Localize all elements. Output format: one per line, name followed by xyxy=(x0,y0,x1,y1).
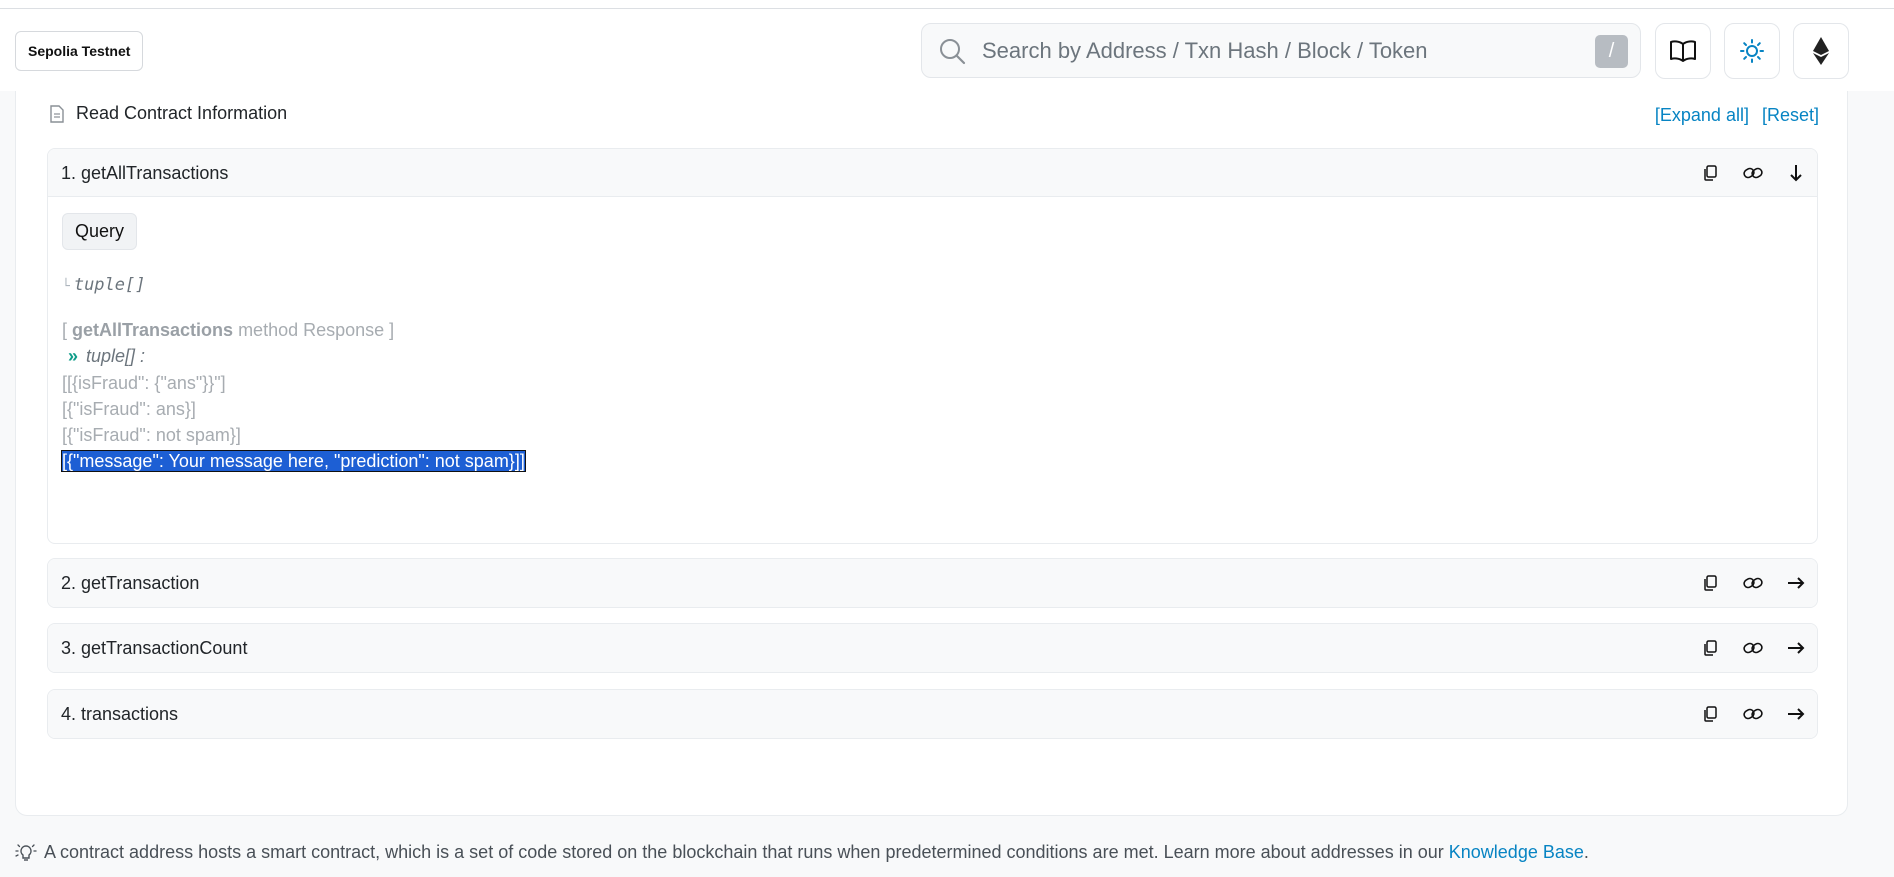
response-method-name: getAllTransactions xyxy=(72,320,234,340)
method-item-getalltransactions: 1. getAllTransactions Query └ tuple[] [ g… xyxy=(47,148,1818,544)
read-contract-heading: Read Contract Information xyxy=(50,103,287,124)
output-type: └ tuple[] xyxy=(62,275,145,295)
arrow-right-icon[interactable] xyxy=(1774,707,1817,721)
method-item-gettransaction: 2. getTransaction xyxy=(47,558,1818,608)
arrow-right-icon[interactable] xyxy=(1774,576,1817,590)
response-type-label: tuple[] : xyxy=(86,346,146,366)
response-line: [{"isFraud": not spam}] xyxy=(62,425,241,445)
sun-icon xyxy=(1740,39,1764,63)
method-header[interactable]: 1. getAllTransactions xyxy=(48,149,1817,197)
header: Sepolia Testnet / xyxy=(0,9,1894,91)
search-shortcut-badge: / xyxy=(1595,35,1628,68)
section-title: Read Contract Information xyxy=(76,103,288,123)
copy-icon[interactable] xyxy=(1688,706,1731,722)
method-actions xyxy=(1688,559,1817,607)
copy-icon[interactable] xyxy=(1688,575,1731,591)
arrow-down-icon[interactable] xyxy=(1774,164,1817,182)
copy-icon[interactable] xyxy=(1688,165,1731,181)
response-line: [{"isFraud": ans}] xyxy=(62,399,196,419)
method-header[interactable]: 4. transactions xyxy=(48,690,1817,738)
link-icon[interactable] xyxy=(1731,707,1774,721)
read-contract-panel: Read Contract Information [Expand all] [… xyxy=(15,91,1848,816)
footer-period: . xyxy=(1583,842,1589,862)
method-header[interactable]: 2. getTransaction xyxy=(48,559,1817,607)
method-body: Query └ tuple[] [ getAllTransactions meth… xyxy=(48,197,1817,543)
expand-all-link[interactable]: [Expand all] xyxy=(1655,105,1749,125)
footer-note: A contract address hosts a smart contrac… xyxy=(14,842,1589,863)
method-label: 4. transactions xyxy=(61,704,179,724)
method-item-transactions: 4. transactions xyxy=(47,689,1818,739)
ethereum-icon xyxy=(1813,37,1829,65)
tree-corner-icon: └ xyxy=(62,279,70,294)
method-actions xyxy=(1688,149,1817,197)
document-icon xyxy=(50,104,64,123)
network-switch-button[interactable] xyxy=(1793,23,1849,79)
link-icon[interactable] xyxy=(1731,576,1774,590)
top-border xyxy=(0,0,1894,9)
method-label: 3. getTransactionCount xyxy=(61,638,248,658)
reset-link[interactable]: [Reset] xyxy=(1762,105,1819,125)
link-icon[interactable] xyxy=(1731,166,1774,180)
search-box[interactable]: / xyxy=(921,23,1641,78)
method-label: 1. getAllTransactions xyxy=(61,163,229,183)
response-type-row: » tuple[] : xyxy=(62,346,145,367)
query-button[interactable]: Query xyxy=(62,213,138,250)
method-item-gettransactioncount: 3. getTransactionCount xyxy=(47,623,1818,673)
copy-icon[interactable] xyxy=(1688,640,1731,656)
network-badge[interactable]: Sepolia Testnet xyxy=(15,31,144,71)
theme-toggle-button[interactable] xyxy=(1724,23,1780,79)
docs-button[interactable] xyxy=(1655,23,1711,79)
response-line: [[{isFraud": {"ans"}}"] xyxy=(62,373,226,393)
link-icon[interactable] xyxy=(1731,641,1774,655)
output-type-label: tuple[] xyxy=(73,275,146,295)
panel-actions: [Expand all] [Reset] xyxy=(1647,105,1819,126)
method-label: 2. getTransaction xyxy=(61,573,200,593)
response-suffix: method Response ] xyxy=(233,320,395,340)
response-heading: [ getAllTransactions method Response ] xyxy=(62,320,394,341)
footer-text: A contract address hosts a smart contrac… xyxy=(44,842,1589,863)
search-icon xyxy=(940,39,966,65)
book-icon xyxy=(1670,40,1696,62)
footer-description: A contract address hosts a smart contrac… xyxy=(44,842,1449,862)
method-header[interactable]: 3. getTransactionCount xyxy=(48,624,1817,672)
lightbulb-icon xyxy=(15,843,37,861)
search-input[interactable] xyxy=(980,24,1580,77)
method-actions xyxy=(1688,624,1817,672)
double-chevron-icon: » xyxy=(68,346,79,366)
method-actions xyxy=(1688,690,1817,738)
response-line-selected: [{"message": Your message here, "predict… xyxy=(61,450,526,472)
selected-response-text: [{"message": Your message here, "predict… xyxy=(61,450,526,472)
response-prefix: [ xyxy=(62,320,73,340)
arrow-right-icon[interactable] xyxy=(1774,641,1817,655)
knowledge-base-link[interactable]: Knowledge Base xyxy=(1449,842,1584,862)
